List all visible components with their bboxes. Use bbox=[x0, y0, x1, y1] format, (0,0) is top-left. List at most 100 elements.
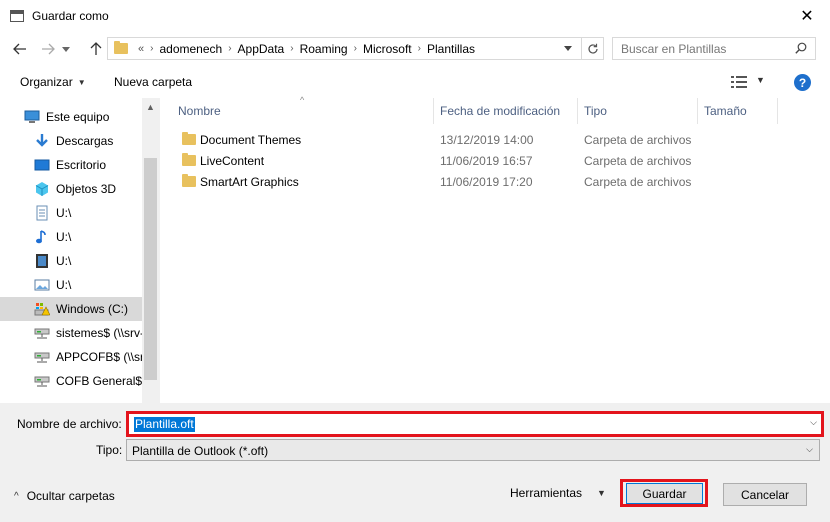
address-row: « › adomenech › AppData › Roaming › Micr… bbox=[0, 32, 830, 66]
chevron-right-icon[interactable]: › bbox=[418, 43, 421, 54]
organize-menu-button[interactable]: Organizar ▼ bbox=[20, 75, 86, 89]
address-history-dropdown-icon[interactable] bbox=[559, 38, 577, 59]
search-input[interactable] bbox=[621, 41, 791, 56]
nav-item-cofb-general[interactable]: COFB General$ ( bbox=[0, 369, 142, 393]
file-type: Carpeta de archivos bbox=[584, 174, 692, 189]
save-button[interactable]: Guardar bbox=[626, 483, 703, 504]
download-icon bbox=[36, 134, 48, 147]
breadcrumb-adomenech[interactable]: adomenech bbox=[159, 42, 222, 56]
network-drive-icon bbox=[34, 328, 50, 339]
folder-icon bbox=[182, 153, 196, 166]
file-modified: 13/12/2019 14:00 bbox=[440, 132, 534, 147]
tools-menu-button[interactable]: Herramientas bbox=[510, 486, 582, 500]
file-type-select[interactable]: Plantilla de Outlook (*.oft) ⌵ bbox=[126, 439, 820, 461]
breadcrumb-roaming[interactable]: Roaming bbox=[300, 42, 348, 56]
nav-item-label: U:\ bbox=[56, 278, 72, 292]
recent-locations-chevron-icon[interactable] bbox=[60, 40, 72, 58]
chevron-right-icon[interactable]: › bbox=[228, 43, 231, 54]
file-modified: 11/06/2019 17:20 bbox=[440, 174, 533, 189]
refresh-icon[interactable] bbox=[581, 38, 603, 59]
chevron-down-icon[interactable]: ⌵ bbox=[806, 444, 813, 455]
file-type: Carpeta de archivos bbox=[584, 132, 692, 147]
nav-item-este-equipo[interactable]: Este equipo bbox=[0, 105, 142, 129]
document-icon bbox=[36, 205, 48, 221]
table-row[interactable]: LiveContent 11/06/2019 16:57 Carpeta de … bbox=[174, 150, 694, 171]
nav-item-label: APPCOFB$ (\\srv bbox=[56, 350, 142, 364]
column-divider[interactable] bbox=[433, 98, 434, 124]
nav-item-label: U:\ bbox=[56, 206, 72, 220]
title-bar: Guardar como ✕ bbox=[0, 0, 830, 32]
up-arrow-icon[interactable] bbox=[86, 40, 106, 58]
file-list: Nombre ^ Fecha de modificación Tipo Tama… bbox=[160, 95, 830, 403]
nav-item-label: U:\ bbox=[56, 254, 72, 268]
close-icon[interactable]: ✕ bbox=[784, 0, 830, 32]
video-icon bbox=[36, 254, 48, 268]
nav-item-escritorio[interactable]: Escritorio bbox=[0, 153, 142, 177]
file-type-value: Plantilla de Outlook (*.oft) bbox=[132, 444, 269, 458]
scroll-up-icon[interactable]: ▲ bbox=[146, 102, 155, 112]
cancel-button[interactable]: Cancelar bbox=[723, 483, 807, 506]
nav-item-label: U:\ bbox=[56, 230, 72, 244]
breadcrumb-microsoft[interactable]: Microsoft bbox=[363, 42, 412, 56]
table-row[interactable]: SmartArt Graphics 11/06/2019 17:20 Carpe… bbox=[174, 171, 694, 192]
navigation-pane-scrollbar[interactable]: ▲ bbox=[142, 98, 159, 403]
tools-dropdown-icon[interactable]: ▼ bbox=[597, 488, 606, 498]
chevron-right-icon[interactable]: › bbox=[354, 43, 357, 54]
chevron-down-icon[interactable]: ⌵ bbox=[810, 417, 817, 428]
view-options-icon[interactable] bbox=[731, 76, 747, 88]
column-header-size[interactable]: Tamaño bbox=[704, 98, 747, 124]
breadcrumb-appdata[interactable]: AppData bbox=[238, 42, 285, 56]
nav-item-label: Windows (C:) bbox=[56, 302, 129, 316]
nav-item-label: Este equipo bbox=[46, 110, 110, 124]
address-bar[interactable]: « › adomenech › AppData › Roaming › Micr… bbox=[107, 37, 604, 60]
filename-label: Nombre de archivo: bbox=[17, 417, 122, 431]
nav-item-u-pictures[interactable]: U:\ bbox=[0, 273, 142, 297]
column-divider[interactable] bbox=[697, 98, 698, 124]
chevron-right-icon[interactable]: › bbox=[290, 43, 293, 54]
search-box[interactable] bbox=[612, 37, 816, 60]
back-arrow-icon[interactable] bbox=[10, 40, 30, 58]
3d-objects-icon bbox=[35, 182, 49, 196]
breadcrumb-overflow[interactable]: « bbox=[138, 43, 144, 55]
nav-item-label: Escritorio bbox=[56, 158, 107, 172]
column-header-modified[interactable]: Fecha de modificación bbox=[440, 98, 560, 124]
breadcrumb-plantillas[interactable]: Plantillas bbox=[427, 42, 475, 56]
filename-value[interactable]: Plantilla.oft bbox=[134, 417, 195, 432]
nav-item-objetos-3d[interactable]: Objetos 3D bbox=[0, 177, 142, 201]
view-dropdown-icon[interactable]: ▼ bbox=[756, 75, 765, 85]
scrollbar-thumb[interactable] bbox=[144, 158, 157, 380]
nav-item-u-videos[interactable]: U:\ bbox=[0, 249, 142, 273]
nav-item-descargas[interactable]: Descargas bbox=[0, 129, 142, 153]
file-name: LiveContent bbox=[200, 153, 265, 168]
column-divider[interactable] bbox=[577, 98, 578, 124]
nav-item-label: Objetos 3D bbox=[56, 182, 117, 196]
hide-folders-label: Ocultar carpetas bbox=[26, 489, 115, 503]
file-type: Carpeta de archivos bbox=[584, 153, 692, 168]
navigation-pane: Este equipo Descargas Escritorio Objetos… bbox=[0, 98, 160, 403]
column-header-name[interactable]: Nombre bbox=[178, 98, 221, 124]
nav-item-u-music[interactable]: U:\ bbox=[0, 225, 142, 249]
column-divider[interactable] bbox=[777, 98, 778, 124]
forward-arrow-icon[interactable] bbox=[38, 40, 58, 58]
nav-item-label: COFB General$ ( bbox=[56, 374, 142, 388]
nav-item-sistemes[interactable]: sistemes$ (\\srv- bbox=[0, 321, 142, 345]
nav-item-appcofb[interactable]: APPCOFB$ (\\srv bbox=[0, 345, 142, 369]
filename-field[interactable]: Plantilla.oft ⌵ bbox=[126, 411, 824, 437]
computer-icon bbox=[24, 110, 40, 123]
file-modified: 11/06/2019 16:57 bbox=[440, 153, 533, 168]
nav-item-windows-c[interactable]: Windows (C:) bbox=[0, 297, 142, 321]
window-title: Guardar como bbox=[32, 9, 109, 23]
hide-folders-button[interactable]: ^ Ocultar carpetas bbox=[14, 489, 115, 503]
main-area: Este equipo Descargas Escritorio Objetos… bbox=[0, 95, 830, 403]
network-drive-icon bbox=[34, 352, 50, 363]
file-name: Document Themes bbox=[200, 132, 302, 147]
new-folder-button[interactable]: Nueva carpeta bbox=[114, 75, 192, 89]
window-icon bbox=[10, 10, 24, 22]
nav-item-u-documents[interactable]: U:\ bbox=[0, 201, 142, 225]
column-header-type[interactable]: Tipo bbox=[584, 98, 607, 124]
chevron-right-icon[interactable]: › bbox=[150, 43, 153, 54]
search-icon[interactable] bbox=[795, 42, 807, 54]
picture-icon bbox=[34, 279, 50, 291]
help-icon[interactable]: ? bbox=[794, 74, 811, 91]
table-row[interactable]: Document Themes 13/12/2019 14:00 Carpeta… bbox=[174, 129, 694, 150]
